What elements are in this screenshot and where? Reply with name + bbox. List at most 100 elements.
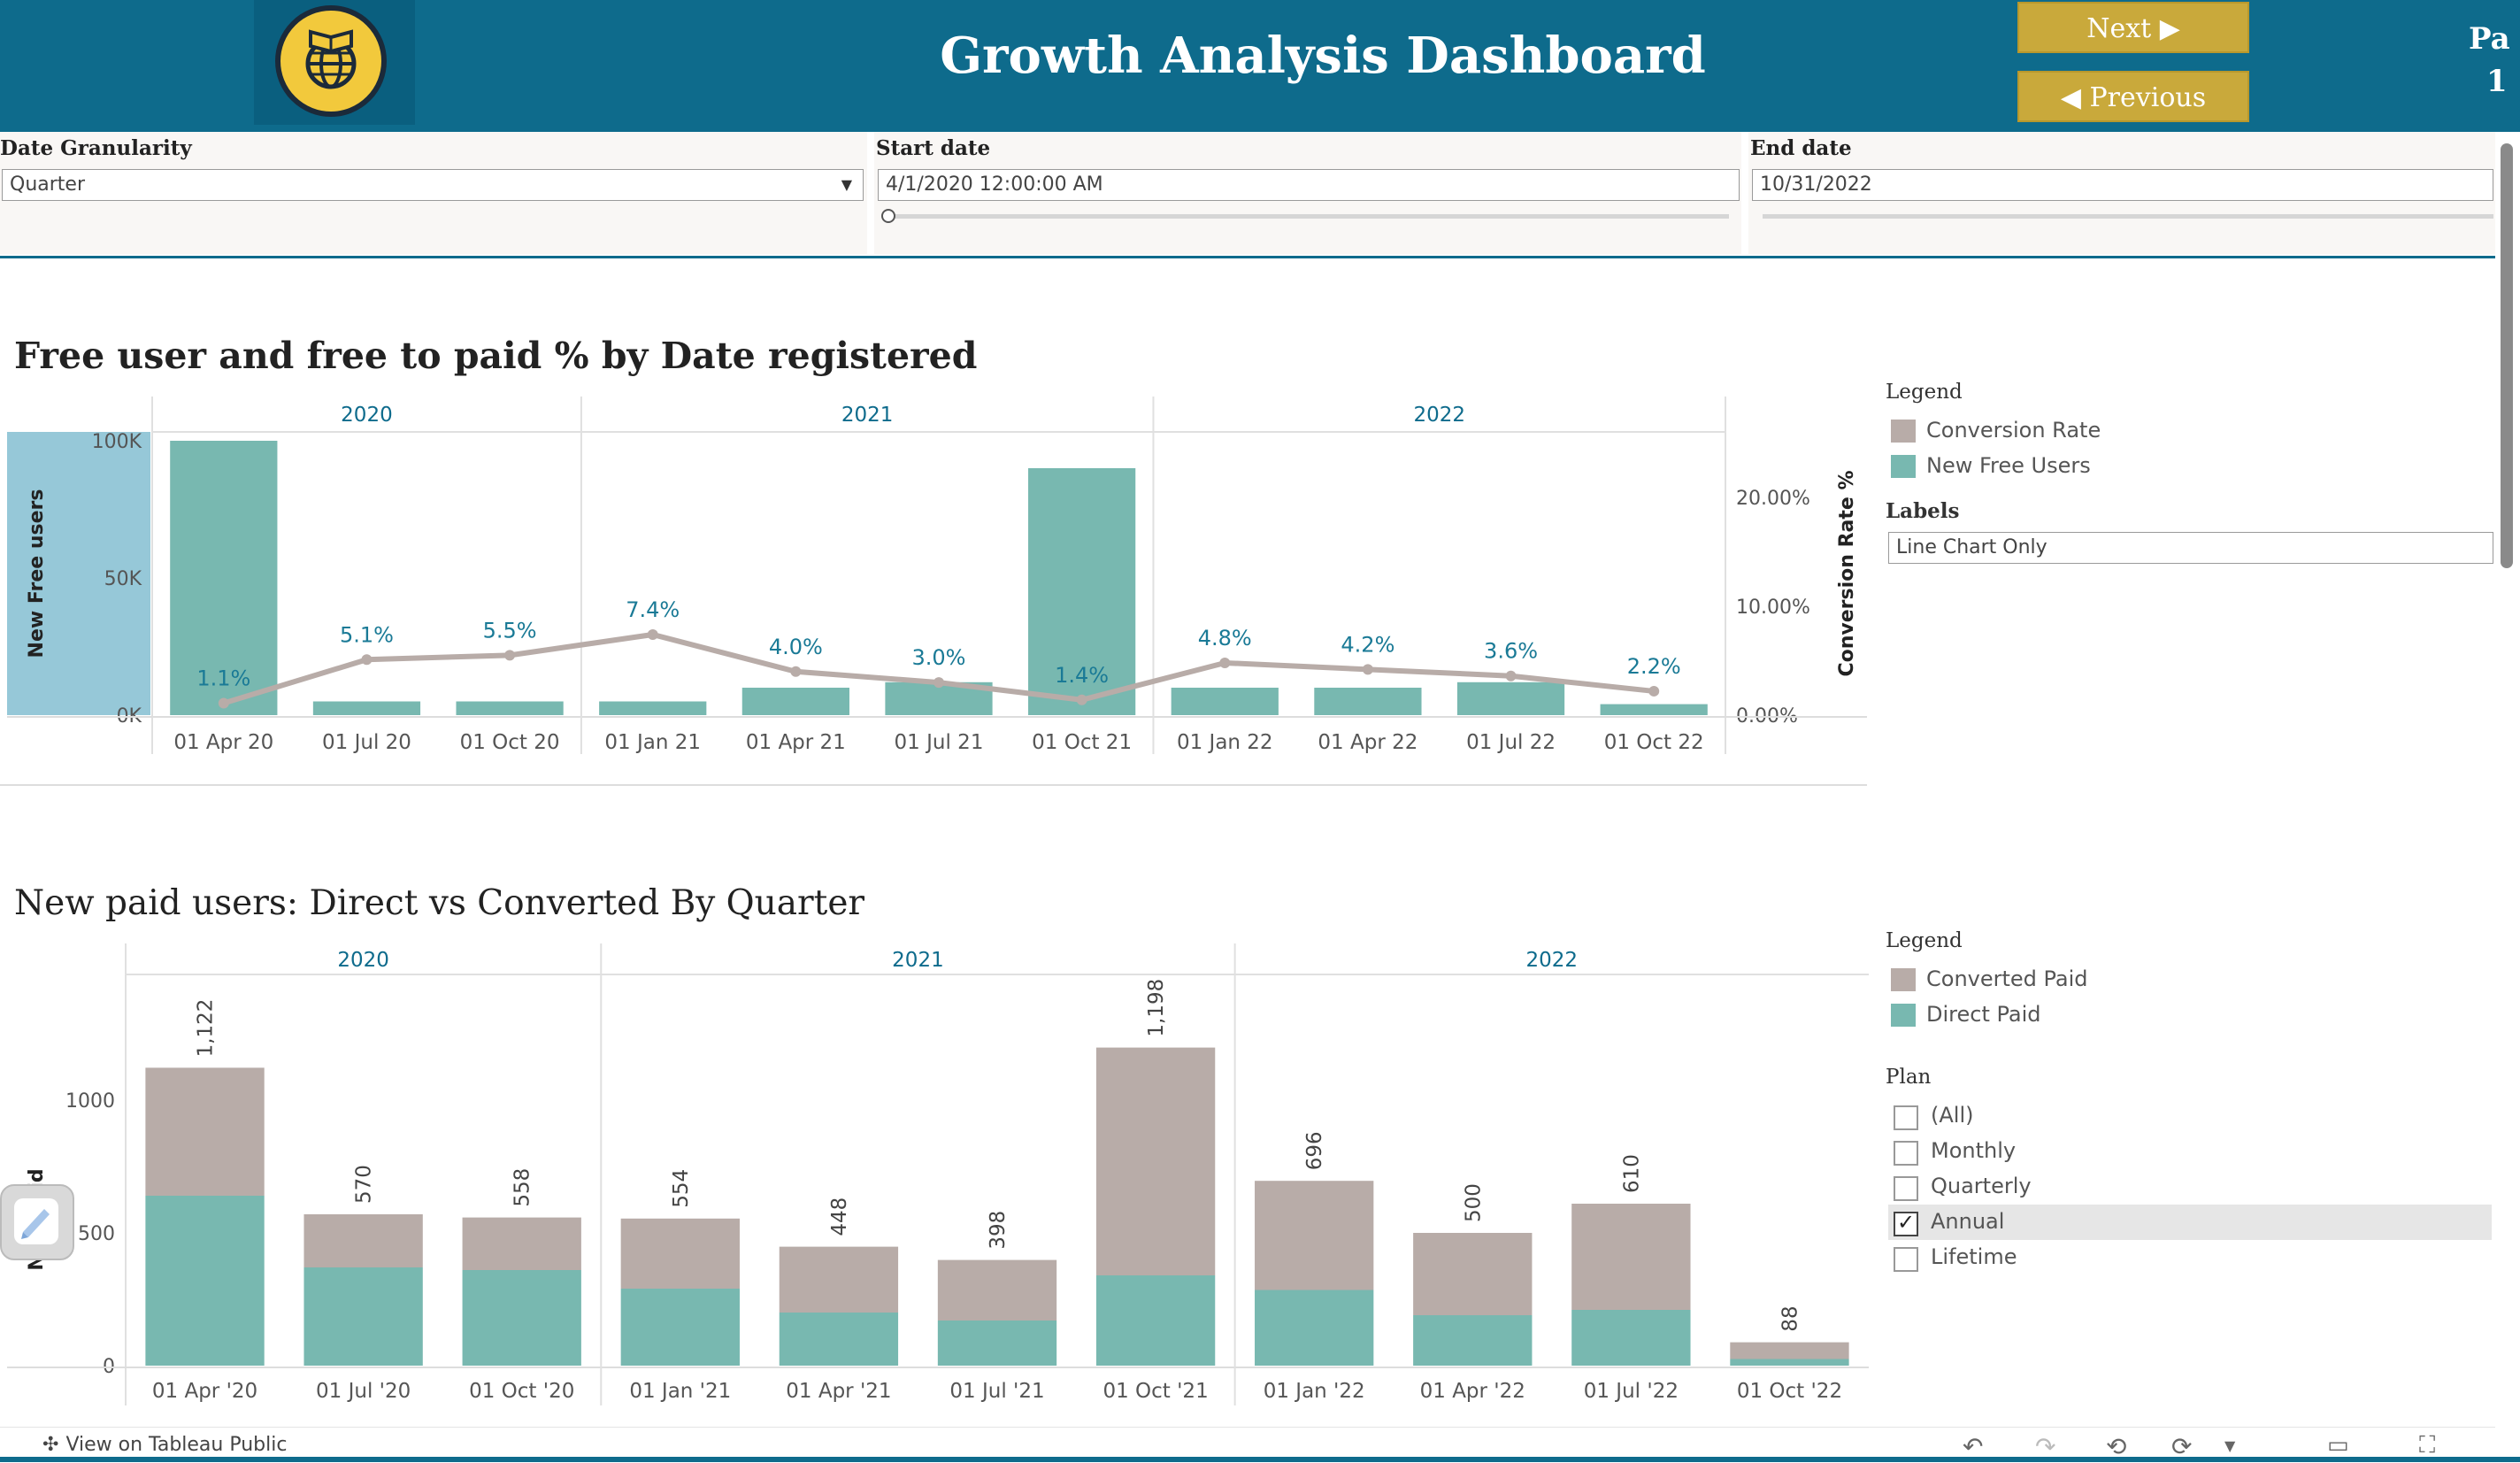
chevron-down-icon: ▼ [841, 176, 852, 193]
bar-direct-paid [1413, 1315, 1533, 1366]
share-icon[interactable]: ▭ [2327, 1432, 2349, 1459]
plan-checkbox-all[interactable] [1894, 1105, 1918, 1130]
conversion-rate-label: 1.1% [196, 666, 250, 690]
bar-direct-paid [1095, 1275, 1216, 1366]
legend-swatch-conversion-rate [1891, 420, 1916, 443]
conversion-rate-point [647, 628, 658, 640]
total-label: 696 [1303, 1131, 1326, 1170]
bar-direct-paid [620, 1289, 740, 1366]
x-tick-label: 01 Jan '22 [1264, 1380, 1365, 1403]
total-label: 1,122 [195, 999, 218, 1058]
start-date-input[interactable]: 4/1/2020 12:00:00 AM [878, 169, 1740, 201]
total-label: 88 [1779, 1305, 1802, 1331]
bar-direct-paid [937, 1321, 1057, 1366]
bar-new-free-users [599, 701, 707, 715]
y-axis-label: New Free users [26, 489, 48, 658]
floating-edit-button[interactable] [0, 1184, 74, 1260]
x-tick-label: 01 Apr 20 [173, 731, 273, 754]
year-header: 2021 [841, 404, 894, 427]
labels-select[interactable]: Line Chart Only [1888, 532, 2493, 564]
bar-converted-paid [779, 1246, 899, 1313]
conversion-rate-point [361, 654, 373, 666]
bar-direct-paid [1730, 1359, 1849, 1366]
year-header: 2022 [1413, 404, 1465, 427]
year-header: 2021 [892, 949, 944, 972]
chart1-title: Free user and free to paid % by Date reg… [14, 335, 978, 377]
plan-label-lifetime: Lifetime [1931, 1244, 2017, 1269]
total-label: 558 [511, 1168, 534, 1207]
bar-converted-paid [1255, 1181, 1374, 1290]
refresh-menu-chevron-icon[interactable]: ▼ [2224, 1437, 2235, 1454]
scrollbar-thumb[interactable] [2501, 143, 2513, 568]
end-date-input[interactable]: 10/31/2022 [1752, 169, 2493, 201]
bar-converted-paid [303, 1214, 423, 1267]
section-divider [0, 784, 1867, 786]
plan-option-monthly[interactable]: Monthly [1888, 1134, 2492, 1169]
year-header: 2020 [337, 949, 389, 972]
chart2-legend-title: Legend [1886, 929, 1963, 952]
new-paid-users-chart: New paid050010002020202120221,12201 Apr … [7, 943, 1869, 1405]
y-tick-label: 50K [104, 568, 142, 590]
granularity-label: Date Granularity [0, 136, 192, 160]
x-tick-label: 01 Apr '20 [152, 1380, 257, 1403]
conversion-rate-label: 3.6% [1484, 639, 1538, 664]
page-number: 1 [2486, 64, 2508, 99]
x-tick-label: 01 Apr 22 [1318, 731, 1418, 754]
plan-checkbox-annual[interactable]: ✓ [1894, 1210, 1918, 1236]
plan-checkbox-lifetime[interactable] [1894, 1247, 1918, 1272]
granularity-value: Quarter [10, 173, 85, 196]
plan-checkbox-quarterly[interactable] [1894, 1176, 1918, 1201]
x-tick-label: 01 Jul 20 [322, 731, 411, 754]
conversion-rate-label: 5.5% [483, 618, 537, 643]
x-tick-label: 01 Oct '21 [1102, 1380, 1208, 1403]
bar-direct-paid [1571, 1310, 1691, 1366]
bar-new-free-users [1600, 704, 1708, 715]
start-date-slider-handle[interactable] [881, 209, 895, 223]
plan-label-monthly: Monthly [1931, 1138, 2017, 1163]
x-tick-label: 01 Oct 22 [1604, 731, 1704, 754]
bar-converted-paid [462, 1217, 581, 1270]
start-date-label: Start date [876, 136, 991, 160]
bar-direct-paid [779, 1313, 899, 1366]
legend-label-new-free-users: New Free Users [1926, 453, 2091, 478]
conversion-rate-label: 1.4% [1055, 663, 1109, 688]
conversion-rate-label: 5.1% [340, 622, 394, 647]
page-label: Pa [2469, 21, 2510, 57]
total-label: 554 [670, 1169, 693, 1208]
conversion-rate-point [1505, 670, 1517, 681]
conversion-rate-label: 4.2% [1341, 632, 1394, 657]
bar-direct-paid [303, 1267, 423, 1366]
x-tick-label: 01 Jan '21 [629, 1380, 731, 1403]
total-label: 500 [1462, 1183, 1485, 1222]
total-label: 570 [353, 1165, 376, 1204]
x-tick-label: 01 Jul 21 [895, 731, 984, 754]
bar-direct-paid [462, 1270, 581, 1366]
plan-checkbox-monthly[interactable] [1894, 1141, 1918, 1166]
conversion-rate-label: 4.8% [1198, 626, 1252, 651]
bar-new-free-users [741, 688, 849, 715]
conversion-rate-point [1219, 657, 1231, 668]
plan-option-lifetime[interactable]: Lifetime [1888, 1240, 2492, 1275]
y2-axis-label: Conversion Rate % [1836, 470, 1858, 676]
checkmark-icon: ✓ [1897, 1210, 1916, 1235]
fullscreen-icon[interactable]: ⛶ [2419, 1432, 2435, 1459]
plan-option-all[interactable]: (All) [1888, 1098, 2492, 1134]
labels-filter-title: Labels [1886, 499, 1960, 523]
end-date-slider-track[interactable] [1763, 214, 2493, 219]
view-on-tableau-link[interactable]: ✣ View on Tableau Public [42, 1434, 287, 1456]
start-date-slider-track[interactable] [888, 214, 1729, 219]
x-tick-label: 01 Jul '21 [949, 1380, 1044, 1403]
y2-tick-label: 20.00% [1736, 488, 1810, 510]
x-tick-label: 01 Jul '22 [1584, 1380, 1679, 1403]
legend-swatch-new-free-users [1891, 455, 1916, 478]
previous-button[interactable]: ◀ Previous [2017, 71, 2249, 122]
bar-converted-paid [1413, 1233, 1533, 1315]
plan-option-quarterly[interactable]: Quarterly [1888, 1169, 2492, 1205]
plan-label-annual: Annual [1931, 1209, 2005, 1234]
granularity-select[interactable]: Quarter ▼ [2, 169, 864, 201]
next-button[interactable]: Next ▶ [2017, 2, 2249, 53]
plan-option-annual[interactable]: ✓ Annual [1888, 1205, 2492, 1240]
conversion-rate-point [1076, 694, 1087, 705]
x-tick-label: 01 Apr 21 [746, 731, 846, 754]
conversion-rate-label: 3.0% [912, 645, 966, 670]
